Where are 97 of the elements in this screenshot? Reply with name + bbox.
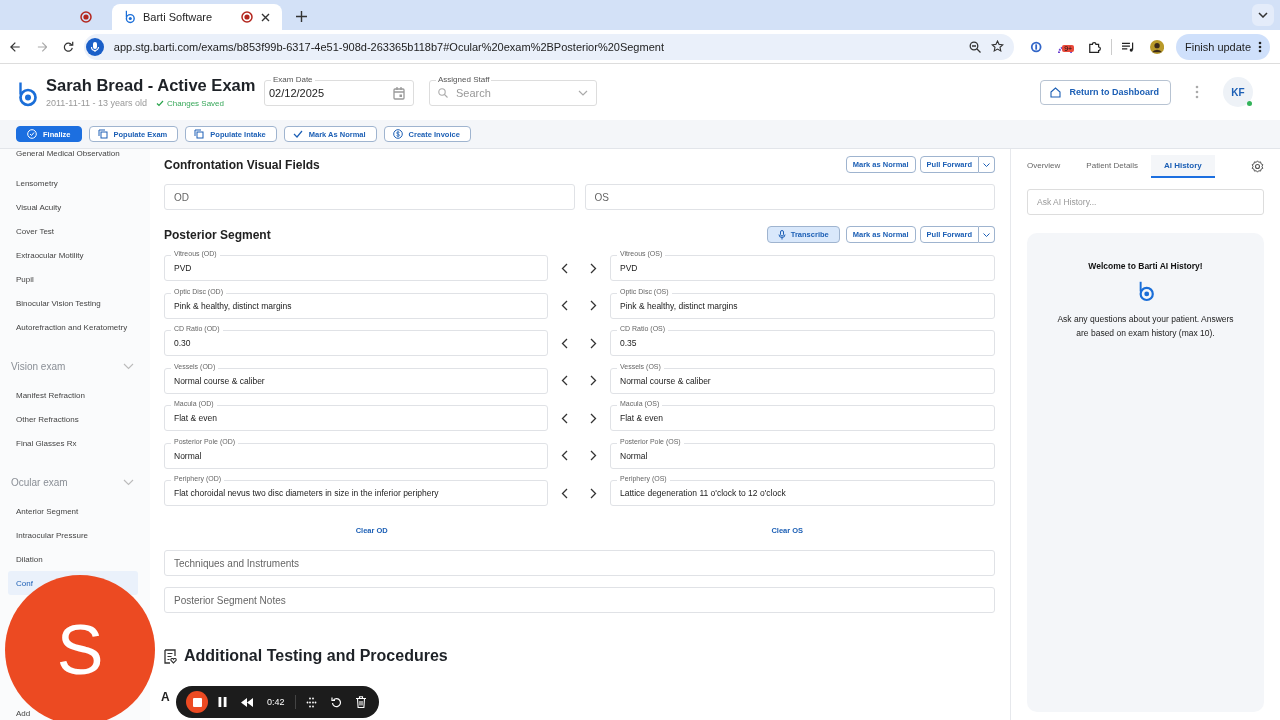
panel-tab[interactable]: Patient Details: [1073, 154, 1151, 178]
field-value: 02/12/2025: [269, 87, 326, 99]
panel-tab[interactable]: Overview: [1027, 154, 1074, 178]
more-options-icon[interactable]: [1258, 40, 1263, 53]
sidebar-item[interactable]: Anterior Segment: [8, 499, 138, 523]
tab-search-icon[interactable]: [1252, 4, 1274, 26]
puzzle-icon[interactable]: [1088, 39, 1101, 54]
field-label: Exam Date: [271, 75, 315, 84]
settings-icon[interactable]: [1251, 159, 1264, 173]
sidebar-item[interactable]: Manifest Refraction: [8, 383, 138, 407]
chevron-left-icon[interactable]: [561, 487, 568, 499]
microphone-icon: [85, 37, 104, 56]
calendar-icon[interactable]: [393, 86, 405, 100]
copy-icon: [194, 129, 205, 139]
ask-ai-history-field[interactable]: Ask AI History...: [1027, 189, 1264, 215]
chevron-right-icon[interactable]: [590, 412, 597, 424]
section-title: Confrontation Visual Fields: [164, 157, 320, 172]
star-icon[interactable]: [990, 40, 1004, 53]
od-field[interactable]: OD: [164, 184, 575, 210]
text-field[interactable]: Techniques and Instruments: [164, 550, 995, 576]
close-icon[interactable]: [261, 12, 270, 22]
dollar-icon: [392, 129, 403, 139]
sidebar-item[interactable]: Other Refractions: [8, 407, 138, 431]
restart-icon[interactable]: [330, 696, 342, 708]
logo-icon: [124, 10, 135, 24]
chevron-right-icon[interactable]: [590, 450, 597, 461]
logo-icon: [1137, 280, 1154, 303]
media-control-icon[interactable]: [1121, 40, 1134, 53]
sidebar-item[interactable]: Extraocular Motility: [8, 243, 138, 267]
stop-button[interactable]: [186, 691, 208, 713]
sidebar-item[interactable]: Visual Acuity: [8, 195, 138, 219]
grid-icon[interactable]: [305, 696, 317, 708]
copy-icon: [97, 129, 108, 139]
new-tab-icon[interactable]: [296, 11, 307, 22]
chevron-left-icon[interactable]: [561, 337, 568, 349]
search-icon: [438, 88, 448, 98]
browser-tab[interactable]: Barti Software: [112, 4, 282, 30]
recording-icon: [241, 11, 253, 23]
sidebar-item[interactable]: Autorefraction and Keratometry: [8, 315, 138, 339]
chevron-right-icon[interactable]: [590, 487, 597, 499]
check-icon: [292, 129, 303, 139]
caret-icon: [983, 162, 990, 167]
chevron-left-icon[interactable]: [561, 412, 568, 424]
finish-update-button[interactable]: Finish update: [1176, 33, 1271, 60]
home-icon: [1050, 86, 1062, 98]
check-circle-icon: [27, 129, 37, 139]
password-manager-icon[interactable]: [1029, 39, 1043, 54]
chevron-left-icon[interactable]: [561, 262, 568, 274]
pause-icon[interactable]: [218, 697, 227, 707]
reload-icon[interactable]: [63, 40, 74, 53]
check-icon: [156, 99, 165, 107]
trash-icon[interactable]: [355, 696, 366, 708]
user-avatar[interactable]: KF: [1223, 77, 1253, 107]
section-title: Posterior Segment: [164, 227, 271, 242]
return-to-dashboard-button[interactable]: Return to Dashboard: [1040, 79, 1171, 105]
subsection-title: A: [161, 690, 170, 704]
sidebar-item[interactable]: Intraocular Pressure: [8, 523, 138, 547]
microphone-icon: [777, 229, 786, 240]
chevron-right-icon[interactable]: [590, 300, 597, 311]
panel-tab[interactable]: AI History: [1150, 154, 1215, 178]
search-input[interactable]: Search: [454, 86, 572, 100]
chevron-left-icon[interactable]: [561, 375, 568, 386]
os-field[interactable]: OS: [584, 184, 995, 210]
address-bar[interactable]: app.stg.barti.com/exams/b853f99b-6317-4e51-908d-263365b118b7#Ocular%20exam%2BPosterior%20Segment: [83, 33, 1014, 60]
chevron-right-icon[interactable]: [590, 262, 597, 274]
sidebar-group-title: Ocular exam: [11, 476, 68, 488]
document-icon: [164, 648, 177, 664]
profile-avatar[interactable]: [1149, 38, 1164, 55]
welcome-title: Welcome to Barti AI History!: [1088, 261, 1203, 271]
back-icon[interactable]: [10, 40, 21, 53]
sidebar-item[interactable]: Binocular Vision Testing: [8, 291, 138, 315]
sidebar-item[interactable]: Add: [16, 707, 31, 719]
patient-age: 2011-11-11 - 13 years old: [46, 98, 148, 108]
caret-icon: [983, 232, 990, 237]
sidebar-item[interactable]: General Medical Observation: [8, 149, 138, 159]
chevron-left-icon[interactable]: [561, 300, 568, 311]
sidebar-item[interactable]: Lensometry: [8, 171, 138, 195]
sidebar-item[interactable]: Pupil: [8, 267, 138, 291]
chevron-down-icon: [578, 90, 588, 96]
chevron-right-icon[interactable]: [590, 375, 597, 386]
field-label: Assigned Staff: [436, 75, 492, 84]
save-status: Changes Saved: [156, 98, 224, 108]
sidebar-item[interactable]: Dilation: [8, 547, 138, 571]
recording-icon: [80, 11, 92, 23]
chevron-left-icon[interactable]: [561, 450, 568, 461]
zoom-icon[interactable]: [968, 40, 981, 53]
recording-time: 0:42: [267, 697, 285, 707]
sidebar-item[interactable]: Cover Test: [8, 219, 138, 243]
chevron-right-icon[interactable]: [590, 337, 597, 349]
section-title: Additional Testing and Procedures: [184, 647, 448, 665]
tab-title: Barti Software: [143, 11, 214, 23]
rewind-icon[interactable]: [241, 697, 253, 707]
logo-icon: [16, 80, 37, 108]
text-field[interactable]: Posterior Segment Notes: [164, 587, 995, 613]
welcome-text: Ask any questions about your patient. Answers are based on exam history (max 10).: [1056, 313, 1235, 341]
sidebar-item[interactable]: Final Glasses Rx: [8, 431, 138, 455]
sidebar-group-title: Vision exam: [11, 360, 66, 372]
